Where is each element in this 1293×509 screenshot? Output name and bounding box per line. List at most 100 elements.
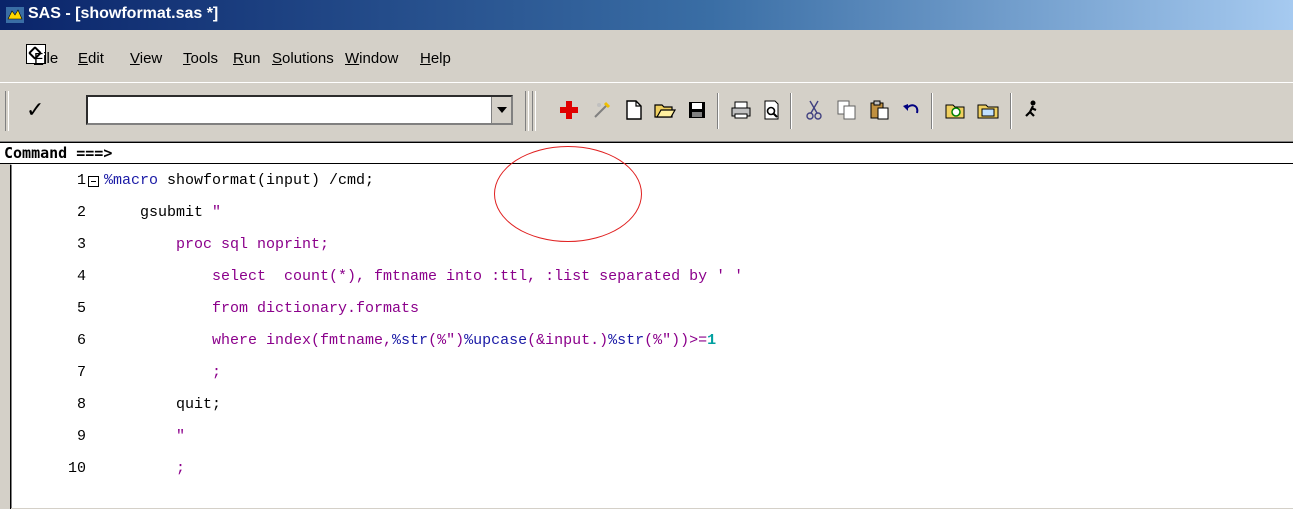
save-icon[interactable] xyxy=(683,95,711,125)
code-line[interactable]: 4 select count(*), fmtname into :ttl, :l… xyxy=(12,263,1293,295)
menu-label-rest: ile xyxy=(43,50,59,67)
code-text[interactable]: ; xyxy=(104,460,185,477)
library-icon[interactable] xyxy=(974,95,1002,125)
code-line[interactable]: 10 ; xyxy=(12,455,1293,487)
code-line[interactable]: 9 " xyxy=(12,423,1293,455)
code-line[interactable]: 6 where index(fmtname,%str(%")%upcase(&i… xyxy=(12,327,1293,359)
line-number: 9 xyxy=(76,428,86,445)
running-man-icon[interactable] xyxy=(1018,95,1046,125)
menu-label-rest: indow xyxy=(359,50,399,67)
menu-solutions[interactable]: Solutions xyxy=(272,50,334,67)
print-icon[interactable] xyxy=(727,95,755,125)
command-input[interactable] xyxy=(88,97,482,123)
combo-dropdown-button[interactable] xyxy=(491,97,511,123)
code-text[interactable]: proc sql noprint; xyxy=(104,236,329,253)
menu-mnemonic: H xyxy=(420,50,431,67)
code-text[interactable]: from dictionary.formats xyxy=(104,300,419,317)
window-title: SAS - [showformat.sas *] xyxy=(28,5,219,22)
menu-label-rest: iew xyxy=(139,50,163,67)
code-token: (%"))>= xyxy=(644,332,708,349)
code-token: %str xyxy=(608,332,645,349)
toolbar-grip[interactable] xyxy=(5,91,9,131)
code-token: " xyxy=(104,428,186,445)
code-line[interactable]: 1 %macro showformat(input) /cmd; xyxy=(12,167,1293,199)
submit-command-button[interactable]: ✓ xyxy=(12,95,86,127)
program-editor[interactable]: 1 %macro showformat(input) /cmd; 2 gsubmit… xyxy=(2,164,1293,509)
menu-edit[interactable]: Edit xyxy=(78,50,104,67)
menu-view[interactable]: View xyxy=(130,50,162,67)
cut-icon[interactable] xyxy=(800,95,828,125)
line-number: 10 xyxy=(67,460,86,477)
code-text[interactable]: gsubmit " xyxy=(104,204,221,221)
code-token: gsubmit xyxy=(104,204,213,221)
copy-icon[interactable] xyxy=(833,95,861,125)
code-token: from dictionary.formats xyxy=(104,300,420,317)
menu-mnemonic: T xyxy=(183,50,191,67)
menu-label-rest: elp xyxy=(430,50,451,67)
toolbar-grip-3[interactable] xyxy=(532,91,536,131)
menu-mnemonic: E xyxy=(78,50,89,67)
code-token: ; xyxy=(104,460,186,477)
code-line[interactable]: 7 ; xyxy=(12,359,1293,391)
explorer-icon[interactable] xyxy=(941,95,969,125)
menu-window[interactable]: Window xyxy=(345,50,398,67)
sas-app-icon[interactable] xyxy=(6,7,24,23)
new-document-icon[interactable] xyxy=(620,95,648,125)
menu-bar: File Edit View Tools Run Solutions Window Help xyxy=(0,30,1293,82)
open-folder-icon[interactable] xyxy=(651,95,679,125)
print-preview-icon[interactable] xyxy=(758,95,786,125)
toolbar-separator xyxy=(1010,93,1012,129)
code-text[interactable]: select count(*), fmtname into :ttl, :lis… xyxy=(104,268,743,285)
menu-mnemonic: V xyxy=(130,50,140,67)
code-text[interactable]: where index(fmtname,%str(%")%upcase(&inp… xyxy=(104,332,716,349)
command-combo-box[interactable] xyxy=(86,95,513,125)
code-token: 1 xyxy=(707,332,717,349)
code-token: " xyxy=(212,204,222,221)
menu-label-rest: olutions xyxy=(282,50,334,67)
code-text[interactable]: quit; xyxy=(104,396,221,413)
menu-mnemonic: W xyxy=(345,50,360,67)
code-text[interactable]: ; xyxy=(104,364,221,381)
code-token: %macro xyxy=(104,172,159,189)
menu-file[interactable]: File xyxy=(34,50,58,67)
line-number: 2 xyxy=(76,204,86,221)
undo-icon[interactable] xyxy=(898,95,926,125)
code-token: (%") xyxy=(428,332,465,349)
line-number: 3 xyxy=(76,236,86,253)
command-line-bar[interactable]: Command ===> xyxy=(0,142,1293,164)
code-text[interactable]: %macro showformat(input) /cmd; xyxy=(104,172,374,189)
toolbar-separator xyxy=(931,93,933,129)
menu-mnemonic: F xyxy=(34,50,44,67)
toolbar-separator xyxy=(790,93,792,129)
editor-left-border xyxy=(2,165,11,509)
code-line[interactable]: 2 gsubmit " xyxy=(12,199,1293,231)
code-token: proc sql noprint; xyxy=(104,236,330,253)
toolbar-grip-2[interactable] xyxy=(525,91,529,131)
code-line[interactable]: 3 proc sql noprint; xyxy=(12,231,1293,263)
code-text[interactable]: " xyxy=(104,428,185,445)
code-token: select count(*), fmtname into :ttl, :lis… xyxy=(104,268,744,285)
line-number: 4 xyxy=(76,268,86,285)
paste-icon[interactable] xyxy=(866,95,894,125)
line-number: 6 xyxy=(76,332,86,349)
line-number: 5 xyxy=(76,300,86,317)
title-bar: SAS - [showformat.sas *] xyxy=(0,0,1293,30)
menu-help[interactable]: Help xyxy=(420,50,451,67)
line-number: 7 xyxy=(76,364,86,381)
toolbar-separator xyxy=(717,93,719,129)
code-token: %str xyxy=(392,332,429,349)
menu-tools[interactable]: Tools xyxy=(183,50,218,67)
menu-label-rest: ools xyxy=(190,50,219,67)
new-plus-icon[interactable] xyxy=(555,95,583,125)
menu-mnemonic: R xyxy=(233,50,244,67)
collapse-toggle-icon[interactable] xyxy=(88,176,99,187)
clear-all-icon[interactable] xyxy=(588,95,616,125)
command-prompt-label: Command ===> xyxy=(4,144,113,162)
menu-label-rest: dit xyxy=(88,50,104,67)
menu-run[interactable]: Run xyxy=(233,50,261,67)
toolbar: ✓ xyxy=(0,82,1293,142)
code-token: quit; xyxy=(104,396,222,413)
code-line[interactable]: 5 from dictionary.formats xyxy=(12,295,1293,327)
code-line[interactable]: 8 quit; xyxy=(12,391,1293,423)
menu-label-rest: un xyxy=(243,50,261,67)
